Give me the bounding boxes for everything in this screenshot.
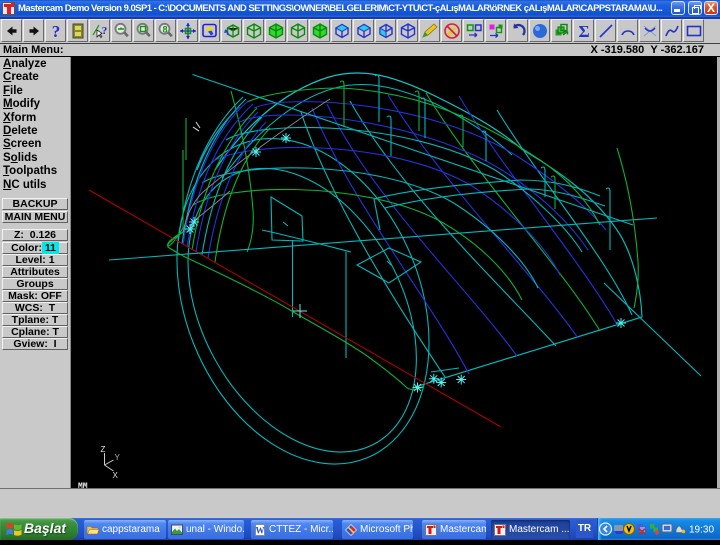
svg-text:Σ: Σ	[578, 22, 589, 40]
svg-text:X: X	[113, 471, 119, 480]
svg-text:8: 8	[162, 25, 167, 35]
svg-text:W: W	[256, 525, 265, 535]
svg-text:19:30: 19:30	[689, 525, 714, 536]
svg-text:?: ?	[102, 25, 108, 37]
svg-text:Y: Y	[115, 453, 121, 462]
svg-text:?: ?	[52, 22, 61, 40]
svg-text:Z: Z	[101, 445, 106, 454]
